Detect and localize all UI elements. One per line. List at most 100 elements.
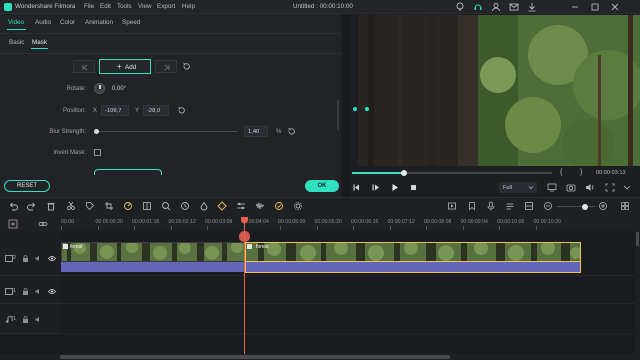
freeze-icon[interactable] [142, 201, 152, 211]
rotate-dial[interactable] [94, 83, 105, 94]
panel-splitter[interactable] [343, 14, 350, 197]
volume-icon[interactable] [585, 183, 595, 192]
mark-out-icon[interactable]: } [580, 169, 582, 176]
subtab-mask[interactable]: Mask [32, 39, 47, 46]
keyframe-icon[interactable] [217, 201, 227, 211]
delete-icon[interactable] [46, 201, 56, 211]
user-icon[interactable] [491, 2, 501, 12]
add-keyframe-button[interactable]: + Add [99, 59, 151, 74]
menu-edit[interactable]: Edit [100, 3, 111, 10]
more-icon[interactable] [622, 183, 632, 192]
clip-audio-1[interactable] [61, 262, 247, 272]
undo-icon[interactable] [8, 201, 18, 211]
panel-scrollbar[interactable] [337, 100, 339, 130]
fullscreen-icon[interactable] [605, 183, 615, 192]
lock-icon[interactable] [22, 316, 29, 323]
prev-keyframe-button[interactable] [73, 60, 95, 73]
render-icon[interactable] [447, 201, 457, 211]
split-icon[interactable] [66, 201, 76, 211]
play-step-icon[interactable] [371, 183, 380, 192]
tab-animation[interactable]: Animation [85, 19, 113, 26]
tab-color[interactable]: Color [60, 19, 75, 26]
zoom-out-icon[interactable] [543, 201, 553, 211]
playback-progress-track[interactable] [352, 172, 552, 174]
lock-icon[interactable] [22, 255, 29, 262]
timeline-hscroll-thumb[interactable] [60, 355, 450, 359]
tab-speed[interactable]: Speed [122, 19, 140, 26]
ok-button[interactable]: OK [305, 180, 339, 192]
speaker-icon[interactable] [35, 288, 42, 295]
subtab-basic[interactable]: Basic [9, 39, 24, 46]
play-icon[interactable] [390, 183, 399, 192]
zoom-slider[interactable] [557, 206, 595, 207]
position-x-input[interactable]: -109,7 [101, 105, 129, 116]
playback-thumb[interactable] [401, 170, 407, 176]
color-icon[interactable] [199, 201, 209, 211]
mail-icon[interactable] [509, 2, 519, 12]
adjust-icon[interactable] [236, 201, 246, 211]
invert-mask-checkbox[interactable] [94, 149, 101, 156]
settings-icon[interactable] [293, 201, 303, 211]
mask-handle-left[interactable] [353, 107, 357, 111]
eye-icon[interactable] [48, 255, 56, 262]
next-keyframe-button[interactable] [155, 60, 177, 73]
save-custom-button[interactable] [94, 169, 162, 175]
zoom-icon[interactable] [161, 201, 171, 211]
auto-highlight-icon[interactable] [274, 201, 284, 211]
add-track-icon[interactable] [8, 219, 18, 229]
zoom-slider-thumb[interactable] [582, 203, 588, 210]
step-back-icon[interactable] [352, 183, 361, 192]
speaker-icon[interactable] [35, 316, 42, 323]
clip-forest-2[interactable]: forest [245, 242, 581, 262]
mask-handle-center[interactable] [365, 107, 369, 111]
microphone-icon[interactable] [486, 201, 496, 211]
timeline-vscroll-track[interactable] [635, 231, 640, 354]
crop-icon[interactable] [104, 201, 114, 211]
reset-position-icon[interactable] [177, 106, 186, 115]
reset-button[interactable]: RESET [4, 180, 50, 192]
maximize-icon[interactable] [590, 2, 600, 12]
menu-file[interactable]: File [84, 3, 94, 10]
tab-audio[interactable]: Audio [35, 19, 51, 26]
blur-value-input[interactable]: 1,40 [244, 126, 268, 137]
minimize-icon[interactable] [570, 2, 580, 12]
menu-view[interactable]: View [138, 3, 152, 10]
headset-icon[interactable] [473, 2, 483, 12]
speed-icon[interactable] [123, 201, 133, 211]
lightbulb-icon[interactable] [455, 2, 465, 12]
tag-icon[interactable] [85, 201, 95, 211]
marker-icon[interactable] [467, 201, 477, 211]
position-y-input[interactable]: -28,0 [143, 105, 169, 116]
tab-video[interactable]: Video [8, 19, 24, 26]
reset-keyframe-icon[interactable] [182, 62, 191, 71]
blur-slider-track[interactable] [96, 131, 237, 132]
redo-icon[interactable] [27, 201, 37, 211]
link-icon[interactable] [38, 219, 48, 229]
snap-icon[interactable] [524, 201, 534, 211]
clip-audio-2[interactable] [245, 262, 581, 273]
lock-icon[interactable] [22, 288, 29, 295]
menu-export[interactable]: Export [157, 3, 175, 10]
close-icon[interactable] [610, 2, 620, 12]
track-video-1[interactable] [61, 276, 635, 304]
clip-forest-1[interactable]: forest [61, 242, 247, 262]
eye-icon[interactable] [48, 288, 56, 295]
blur-slider-thumb[interactable] [94, 129, 99, 134]
menu-help[interactable]: Help [182, 3, 195, 10]
voiceover-list-icon[interactable] [505, 201, 515, 211]
monitor-icon[interactable] [547, 183, 557, 192]
menu-tools[interactable]: Tools [117, 3, 132, 10]
snapshot-icon[interactable] [566, 183, 576, 192]
download-icon[interactable] [527, 2, 537, 12]
grid-icon[interactable] [620, 201, 630, 211]
playhead-marker[interactable] [239, 231, 250, 242]
duration-icon[interactable] [180, 201, 190, 211]
audio-mix-icon[interactable] [255, 201, 265, 211]
stop-icon[interactable] [409, 183, 418, 192]
video-preview[interactable] [358, 15, 640, 166]
track-audio-1[interactable] [61, 304, 635, 334]
reset-blur-icon[interactable] [287, 127, 296, 136]
zoom-in-icon[interactable] [598, 201, 608, 211]
timeline-vscroll-thumb[interactable] [636, 232, 639, 246]
mark-in-icon[interactable]: { [560, 169, 562, 176]
